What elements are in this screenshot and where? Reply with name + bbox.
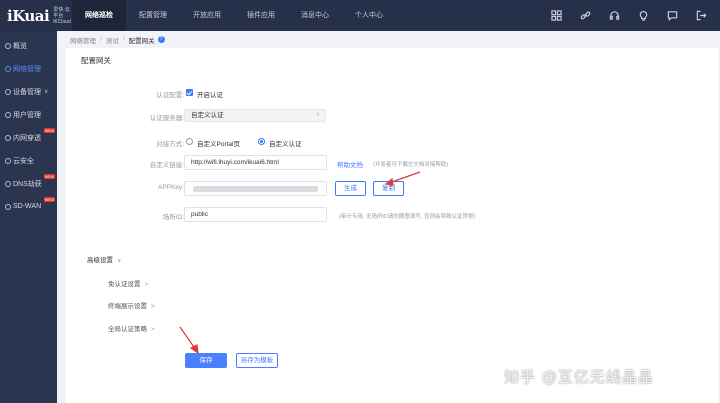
breadcrumb-item[interactable]: 网络管理	[70, 35, 96, 45]
link-hint: (开发者可下载左文档对接帮助)	[373, 162, 449, 168]
sidebar: 概览 网络管理 设备管理 ∨ 用户管理 内网穿透 NEW 云安全 DNS劫获 NEW …	[0, 31, 57, 403]
chevron-right-icon: >	[151, 327, 155, 333]
appkey-label: APPKey:	[157, 184, 184, 191]
sub-item-label: 免认证设置	[108, 281, 141, 288]
topnav-config-management[interactable]: 配置管理	[126, 0, 180, 31]
page-title: 配置网关	[81, 56, 111, 65]
save-as-template-button[interactable]: 另存为模板	[236, 353, 278, 368]
user-icon	[5, 111, 11, 118]
sidebar-item-label: 内网穿透	[13, 134, 41, 142]
dock-mode-label: 对接方式:	[156, 141, 184, 148]
watermark: 知乎 @互亿无线晶晶	[504, 368, 654, 386]
sidebar-item-label: 网络管理	[13, 65, 41, 73]
wan-icon	[5, 203, 11, 210]
auth-config-label: 认证配置:	[156, 92, 184, 99]
network-icon	[5, 65, 11, 72]
site-id-input[interactable]: public	[184, 207, 327, 222]
auth-enable-checkbox[interactable]	[186, 89, 193, 96]
sub-item-label: 终端展示设置	[108, 303, 147, 310]
copy-button[interactable]: 复制	[373, 181, 404, 196]
sidebar-item-user-management[interactable]: 用户管理	[0, 103, 57, 126]
logo-sub-cn: 爱快·云平台	[53, 6, 70, 19]
sidebar-item-label: SD-WAN	[13, 203, 42, 210]
save-button[interactable]: 保存	[185, 353, 227, 368]
auth-server-label: 认证服务器:	[149, 115, 184, 122]
logo-mark: iKuai	[7, 6, 50, 25]
breadcrumb: 网络管理 / 测试 / 配置网关 ?	[57, 31, 720, 48]
auth-exempt-settings[interactable]: 免认证设置 >	[108, 278, 148, 288]
radio-custom-auth-label: 自定义认证	[269, 141, 302, 148]
top-nav: 网络巡检 配置管理 开放应用 插件应用 消息中心 个人中心	[72, 0, 396, 31]
site-id-hint: (审计专用, 无场所ID请勿随意填写, 否则会导致认证异常)	[339, 214, 476, 220]
topnav-personal-center[interactable]: 个人中心	[342, 0, 396, 31]
message-icon[interactable]	[658, 0, 687, 31]
new-badge: NEW	[43, 174, 55, 179]
custom-link-input[interactable]: http://wifi.ihuyi.com/ikuai6.html	[184, 155, 327, 170]
sidebar-item-intranet-penetration[interactable]: 内网穿透 NEW	[0, 126, 57, 149]
chevron-right-icon: >	[151, 304, 155, 310]
sidebar-item-network-management[interactable]: 网络管理	[0, 57, 57, 80]
breadcrumb-item[interactable]: 测试	[106, 35, 119, 45]
grid-icon[interactable]	[542, 0, 571, 31]
sidebar-item-overview[interactable]: 概览	[0, 34, 57, 57]
top-bar: iKuai 爱快·云平台 iKCloud 网络巡检 配置管理 开放应用 插件应用…	[0, 0, 720, 31]
sidebar-item-label: 设备管理	[13, 88, 41, 96]
appkey-input[interactable]	[184, 181, 327, 196]
help-icon[interactable]: ?	[157, 36, 165, 43]
sidebar-item-label: 云安全	[13, 157, 34, 165]
topnav-message-center[interactable]: 消息中心	[288, 0, 342, 31]
sidebar-item-cloud-security[interactable]: 云安全	[0, 149, 57, 172]
tunnel-icon	[5, 134, 11, 141]
headset-icon[interactable]	[600, 0, 629, 31]
device-icon	[5, 88, 11, 95]
new-badge: NEW	[43, 128, 55, 133]
generate-button[interactable]: 生成	[335, 181, 366, 196]
link-icon[interactable]	[571, 0, 600, 31]
sidebar-item-dns[interactable]: DNS劫获 NEW	[0, 172, 57, 195]
breadcrumb-current: 配置网关	[128, 37, 155, 45]
custom-link-label: 自定义链接:	[149, 162, 184, 169]
logout-icon[interactable]	[687, 0, 716, 31]
chevron-down-icon: ∨	[315, 112, 320, 118]
site-id-label: 场所ID:	[162, 214, 184, 221]
chevron-right-icon: >	[144, 282, 149, 288]
logo-sub-en: iKCloud	[53, 18, 71, 25]
terminal-display-settings[interactable]: 终端展示设置 >	[108, 300, 155, 310]
top-icons	[542, 0, 716, 31]
radio-portal-label: 自定义Portal页	[197, 141, 240, 148]
topnav-open-apps[interactable]: 开放应用	[180, 0, 234, 31]
chevron-down-icon: ∨	[117, 258, 122, 264]
auth-server-select[interactable]: 自定义认证 ∨	[184, 109, 326, 122]
topnav-network-inspection[interactable]: 网络巡检	[72, 0, 126, 31]
sidebar-item-label: 用户管理	[13, 111, 41, 119]
auth-server-value: 自定义认证	[191, 112, 224, 119]
breadcrumb-separator: /	[122, 36, 125, 43]
dashboard-icon	[5, 42, 11, 49]
sidebar-item-sd-wan[interactable]: SD-WAN NEW	[0, 195, 57, 218]
bulb-icon[interactable]	[629, 0, 658, 31]
sidebar-item-label: DNS劫获	[13, 180, 42, 188]
auth-enable-text: 开启认证	[197, 92, 223, 99]
new-badge: NEW	[43, 197, 55, 202]
radio-custom-auth[interactable]	[258, 138, 265, 145]
advanced-settings-label: 高级设置	[87, 257, 113, 264]
global-auth-policy[interactable]: 全局认证策略 >	[108, 323, 155, 333]
radio-portal[interactable]	[186, 138, 193, 145]
brand-logo[interactable]: iKuai 爱快·云平台 iKCloud	[0, 0, 72, 31]
breadcrumb-separator: /	[100, 36, 102, 43]
sub-item-label: 全局认证策略	[108, 326, 147, 333]
sidebar-item-label: 概览	[13, 42, 27, 50]
help-doc-link[interactable]: 帮助文档	[337, 159, 363, 169]
dns-icon	[5, 180, 11, 187]
chevron-down-icon: ∨	[44, 89, 49, 95]
topnav-plugin-apps[interactable]: 插件应用	[234, 0, 288, 31]
logo-subtitle: 爱快·云平台 iKCloud	[53, 7, 72, 25]
config-gateway-panel: 配置网关 认证配置: 开启认证 认证服务器: 自定义认证 ∨ 对接方式: 自定义…	[66, 48, 718, 403]
shield-icon	[5, 157, 11, 164]
sidebar-item-device-management[interactable]: 设备管理 ∨	[0, 80, 57, 103]
appkey-redacted	[193, 186, 318, 192]
advanced-settings-toggle[interactable]: 高级设置 ∨	[87, 254, 121, 264]
